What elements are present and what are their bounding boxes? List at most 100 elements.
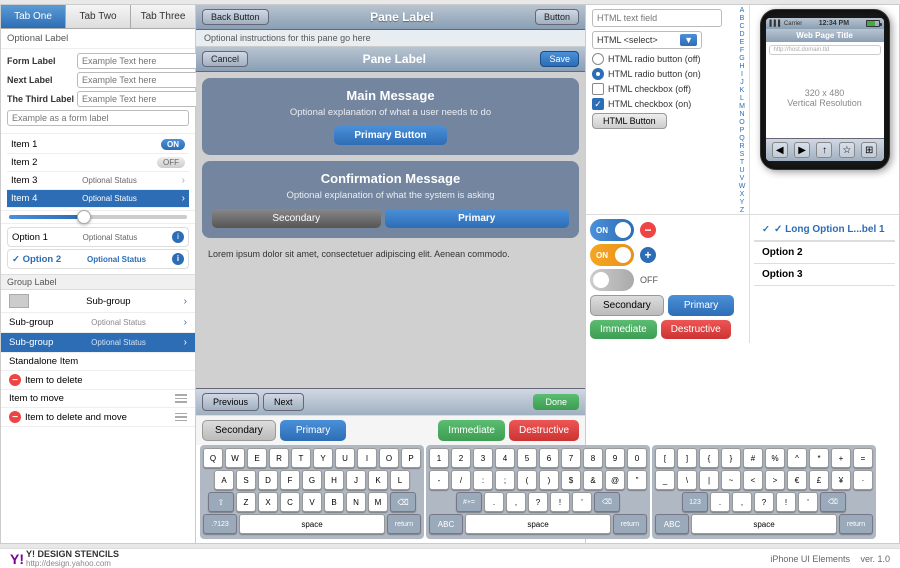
nav-action-button[interactable]: Button bbox=[535, 9, 579, 25]
save-button[interactable]: Save bbox=[540, 51, 579, 67]
long-option-3[interactable]: Option 3 bbox=[754, 264, 895, 286]
delete-row[interactable]: − Item to delete bbox=[1, 371, 195, 390]
list-item-3[interactable]: Item 3 Optional Status › bbox=[7, 172, 189, 190]
delete-move-icon[interactable]: − bbox=[9, 411, 21, 423]
next-input[interactable] bbox=[77, 72, 204, 88]
phone-url[interactable]: http://host.domain.tld bbox=[769, 45, 881, 55]
minus-circle-icon[interactable]: − bbox=[640, 222, 656, 238]
key-W[interactable]: W bbox=[225, 448, 245, 468]
toggle-big-off[interactable] bbox=[590, 269, 634, 291]
subgroup-1[interactable]: Sub-group › bbox=[1, 290, 195, 313]
subgroup-2[interactable]: Sub-group Optional Status › bbox=[1, 313, 195, 333]
key-P[interactable]: P bbox=[401, 448, 421, 468]
tab-two[interactable]: Tab Two bbox=[66, 5, 131, 28]
key-1[interactable]: 1 bbox=[429, 448, 449, 468]
option-row-1[interactable]: Option 1 Optional Status i bbox=[7, 227, 189, 247]
key-K[interactable]: K bbox=[368, 470, 388, 490]
key-E[interactable]: E bbox=[247, 448, 267, 468]
key-delete[interactable]: ⌫ bbox=[390, 492, 416, 512]
key-comma[interactable]: , bbox=[506, 492, 526, 512]
bottom-destructive-btn[interactable]: Destructive bbox=[661, 320, 731, 339]
key-F[interactable]: F bbox=[280, 470, 300, 490]
toggle-on-1[interactable]: ON bbox=[161, 139, 185, 150]
key-q-mark[interactable]: ? bbox=[528, 492, 548, 512]
key-excl[interactable]: ! bbox=[550, 492, 570, 512]
key-dollar[interactable]: $ bbox=[561, 470, 581, 490]
bottom-immediate-btn[interactable]: Immediate bbox=[590, 320, 657, 339]
info-icon-2[interactable]: i bbox=[172, 253, 184, 265]
move-row[interactable]: Item to move bbox=[1, 390, 195, 408]
key-N[interactable]: N bbox=[346, 492, 366, 512]
key-4[interactable]: 4 bbox=[495, 448, 515, 468]
key-2[interactable]: 2 bbox=[451, 448, 471, 468]
phone-tb-forward[interactable]: ▶ bbox=[794, 142, 810, 158]
key-period[interactable]: . bbox=[484, 492, 504, 512]
key-B[interactable]: B bbox=[324, 492, 344, 512]
key-numbers[interactable]: .?123 bbox=[203, 514, 237, 534]
phone-tb-tabs[interactable]: ⊞ bbox=[861, 142, 877, 158]
prev-button[interactable]: Previous bbox=[202, 393, 259, 411]
key-semi[interactable]: ; bbox=[495, 470, 515, 490]
cancel-button[interactable]: Cancel bbox=[202, 51, 248, 67]
key-Z[interactable]: Z bbox=[236, 492, 256, 512]
key-return[interactable]: return bbox=[387, 514, 421, 534]
key-X[interactable]: X bbox=[258, 492, 278, 512]
key-D[interactable]: D bbox=[258, 470, 278, 490]
key-Y[interactable]: Y bbox=[313, 448, 333, 468]
third-input[interactable] bbox=[77, 91, 204, 107]
phone-tb-bookmark[interactable]: ☆ bbox=[839, 142, 855, 158]
key-S[interactable]: S bbox=[236, 470, 256, 490]
toggle-big-on[interactable]: ON bbox=[590, 219, 634, 241]
plus-circle-icon[interactable]: + bbox=[640, 247, 656, 263]
tab-three[interactable]: Tab Three bbox=[131, 5, 195, 28]
delete-icon[interactable]: − bbox=[9, 374, 21, 386]
long-option-1[interactable]: ✓ ✓ Long Option L...bel 1 bbox=[754, 219, 895, 242]
key-O[interactable]: O bbox=[379, 448, 399, 468]
key-Q[interactable]: Q bbox=[203, 448, 223, 468]
key-dash[interactable]: - bbox=[429, 470, 449, 490]
key-G[interactable]: G bbox=[302, 470, 322, 490]
long-option-2[interactable]: Option 2 bbox=[754, 242, 895, 264]
reorder-icon[interactable] bbox=[175, 394, 187, 403]
slider-track[interactable] bbox=[9, 215, 187, 219]
key-shift[interactable]: ⇧ bbox=[208, 492, 234, 512]
key-U[interactable]: U bbox=[335, 448, 355, 468]
destructive-button[interactable]: Destructive bbox=[509, 420, 579, 441]
reorder-move-icon[interactable] bbox=[175, 413, 187, 422]
bottom-primary-btn[interactable]: Primary bbox=[668, 295, 734, 316]
key-A[interactable]: A bbox=[214, 470, 234, 490]
html-textfield-input[interactable] bbox=[592, 9, 722, 27]
key-V[interactable]: V bbox=[302, 492, 322, 512]
toggle-off-2[interactable]: OFF bbox=[157, 157, 185, 168]
key-6[interactable]: 6 bbox=[539, 448, 559, 468]
slider-thumb[interactable] bbox=[77, 210, 91, 224]
list-item-4[interactable]: Item 4 Optional Status › bbox=[7, 190, 189, 208]
form-label-input[interactable] bbox=[7, 110, 189, 126]
html-button[interactable]: HTML Button bbox=[592, 113, 667, 129]
toggle-orange[interactable]: ON bbox=[590, 244, 634, 266]
bottom-secondary-btn[interactable]: Secondary bbox=[590, 295, 664, 316]
key-C[interactable]: C bbox=[280, 492, 300, 512]
key-R[interactable]: R bbox=[269, 448, 289, 468]
html-select-control[interactable]: HTML <select> ▼ bbox=[592, 31, 702, 49]
form-input[interactable] bbox=[77, 53, 204, 69]
key-L[interactable]: L bbox=[390, 470, 410, 490]
list-item-1[interactable]: Item 1 ON bbox=[7, 136, 189, 154]
back-button[interactable]: Back Button bbox=[202, 9, 269, 25]
key-lparen[interactable]: ( bbox=[517, 470, 537, 490]
standalone-row[interactable]: Standalone Item bbox=[1, 353, 195, 371]
radio-on-input[interactable] bbox=[592, 68, 604, 80]
key-5[interactable]: 5 bbox=[517, 448, 537, 468]
key-J[interactable]: J bbox=[346, 470, 366, 490]
key-abc[interactable]: ABC bbox=[429, 514, 463, 534]
key-T[interactable]: T bbox=[291, 448, 311, 468]
info-icon-1[interactable]: i bbox=[172, 231, 184, 243]
done-button[interactable]: Done bbox=[533, 394, 579, 410]
phone-tb-share[interactable]: ↑ bbox=[816, 142, 832, 158]
secondary-button[interactable]: Secondary bbox=[212, 209, 381, 228]
key-colon[interactable]: : bbox=[473, 470, 493, 490]
key-H[interactable]: H bbox=[324, 470, 344, 490]
key-rparen[interactable]: ) bbox=[539, 470, 559, 490]
phone-tb-back[interactable]: ◀ bbox=[772, 142, 788, 158]
tab-one[interactable]: Tab One bbox=[1, 5, 66, 28]
